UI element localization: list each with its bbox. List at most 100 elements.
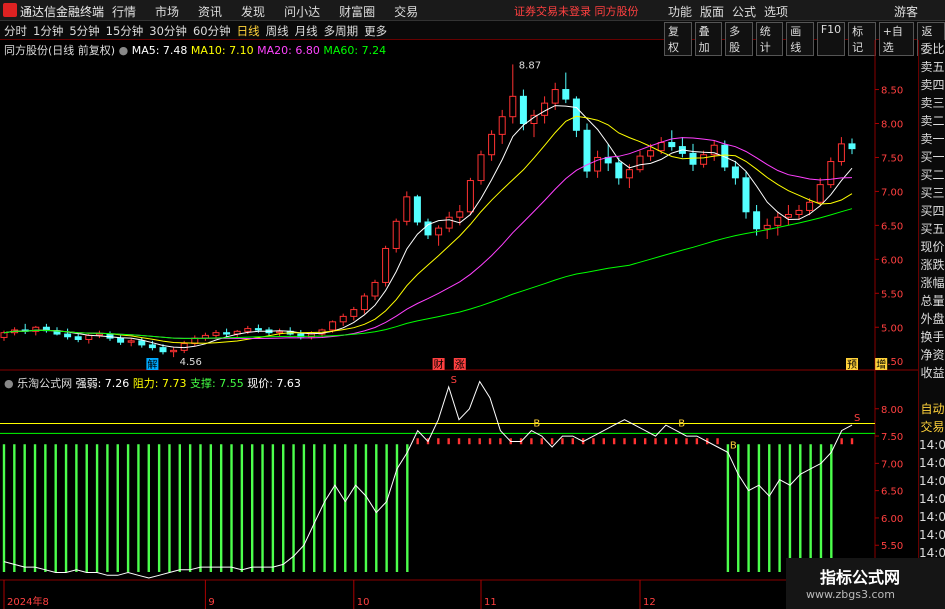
candle-body (615, 162, 623, 179)
candle-body (551, 89, 559, 104)
panel-label[interactable]: 卖二 (919, 112, 945, 130)
candle-body (435, 227, 443, 236)
y-tick-label: 6.50 (881, 487, 903, 498)
candle-body (763, 224, 771, 230)
menu-item[interactable]: 选项 (764, 3, 788, 20)
menu-item[interactable]: 行情 (112, 3, 136, 20)
candle-body (519, 95, 527, 124)
low-price-label: 4.56 (180, 357, 202, 368)
panel-label[interactable]: 卖一 (919, 130, 945, 148)
panel-label[interactable]: 现价 (919, 238, 945, 256)
login-notice[interactable]: 证券交易未登录 同方股份 (514, 3, 639, 19)
signal-label: B (730, 440, 737, 451)
candle-body (837, 143, 845, 163)
y-tick-label: 6.00 (881, 255, 903, 266)
menu-item[interactable]: 资讯 (198, 3, 222, 20)
panel-label[interactable] (919, 382, 945, 400)
panel-label[interactable]: 14:00 (919, 472, 945, 490)
event-marker-label: 预 (847, 359, 857, 371)
panel-label[interactable]: 卖三 (919, 94, 945, 112)
tab-period[interactable]: 1分钟 (33, 23, 63, 39)
menu-item[interactable]: 问小达 (284, 3, 320, 20)
panel-label[interactable]: 涨跌 (919, 256, 945, 274)
chart-canvas[interactable]: 8.508.007.507.006.506.005.505.004.508.00… (0, 40, 918, 609)
tab-period[interactable]: 多周期 (324, 23, 359, 39)
tab-period[interactable]: 5分钟 (69, 23, 99, 39)
tab-period[interactable]: 月线 (295, 23, 318, 39)
tab-period[interactable]: 30分钟 (149, 23, 187, 39)
panel-label[interactable]: 换手 (919, 328, 945, 346)
app-logo-icon (3, 3, 17, 17)
panel-label[interactable]: 买四 (919, 202, 945, 220)
tab-period[interactable]: 日线 (237, 23, 260, 39)
panel-label[interactable]: 净资 (919, 346, 945, 364)
candle-body (445, 216, 453, 229)
candle-body (541, 102, 549, 116)
main-menu: 行情 市场 资讯 发现 问小达 财富圈 交易 (112, 3, 418, 20)
candle-body (138, 340, 146, 346)
menu-item[interactable]: 财富圈 (339, 3, 375, 20)
guest-label[interactable]: 游客 (894, 3, 918, 20)
panel-label[interactable]: 卖四 (919, 76, 945, 94)
candle-body (689, 152, 697, 165)
candle-body (371, 281, 379, 297)
panel-label[interactable]: 买三 (919, 184, 945, 202)
watermark-title: 指标公式网 (820, 568, 901, 587)
candle-body (413, 196, 421, 223)
candle-body (572, 98, 580, 131)
panel-label[interactable]: 外盘 (919, 310, 945, 328)
panel-label[interactable]: 卖五 (919, 58, 945, 76)
candle-body (360, 295, 368, 311)
menu-item[interactable]: 市场 (155, 3, 179, 20)
y-tick-label: 7.50 (881, 153, 903, 164)
y-tick-label: 8.00 (881, 120, 903, 131)
y-tick-label: 5.00 (881, 323, 903, 334)
menu-item[interactable]: 发现 (241, 3, 265, 20)
candle-body (170, 349, 178, 353)
panel-label[interactable]: 交易 (919, 418, 945, 436)
panel-label[interactable]: 14:00 (919, 436, 945, 454)
candle-body (827, 161, 835, 186)
candle-body (392, 220, 400, 249)
menu-item[interactable]: 功能 (668, 3, 692, 20)
panel-label[interactable]: 14:00 (919, 508, 945, 526)
x-tick-label: 9 (208, 597, 214, 608)
menu-item[interactable]: 公式 (732, 3, 756, 20)
candle-body (477, 154, 485, 182)
panel-label[interactable]: 涨幅 (919, 274, 945, 292)
signal-label: B (678, 419, 685, 430)
x-tick-label: 10 (357, 597, 370, 608)
menu-item[interactable]: 交易 (394, 3, 418, 20)
candle-body (74, 336, 82, 340)
candle-body (95, 333, 103, 336)
panel-label[interactable]: 自动 (919, 400, 945, 418)
tab-period[interactable]: 15分钟 (106, 23, 144, 39)
candle-body (816, 184, 824, 203)
y-tick-label: 5.50 (881, 541, 903, 552)
panel-label[interactable]: 14:00 (919, 490, 945, 508)
tab-period[interactable]: 分时 (4, 23, 27, 39)
panel-label[interactable]: 买一 (919, 148, 945, 166)
signal-label: S (451, 375, 457, 386)
panel-label[interactable]: 14:00 (919, 526, 945, 544)
candle-body (562, 89, 570, 100)
candle-body (647, 150, 655, 157)
candle-body (127, 340, 135, 343)
tab-period[interactable]: 周线 (266, 23, 289, 39)
panel-label[interactable]: 总量 (919, 292, 945, 310)
y-tick-label: 7.00 (881, 187, 903, 198)
tab-period[interactable]: 更多 (364, 23, 387, 39)
panel-label[interactable]: 收益 (919, 364, 945, 382)
panel-label[interactable]: 委比 (919, 40, 945, 58)
tab-period[interactable]: 60分钟 (193, 23, 231, 39)
menu-item[interactable]: 版面 (700, 3, 724, 20)
y-tick-label: 5.50 (881, 289, 903, 300)
panel-label[interactable]: 买二 (919, 166, 945, 184)
signal-label: S (854, 413, 860, 424)
x-tick-label: 2024年8 (7, 595, 49, 608)
candle-body (488, 133, 496, 156)
candle-body (244, 328, 252, 332)
candle-body (466, 180, 474, 213)
panel-label[interactable]: 买五 (919, 220, 945, 238)
panel-label[interactable]: 14:00 (919, 454, 945, 472)
